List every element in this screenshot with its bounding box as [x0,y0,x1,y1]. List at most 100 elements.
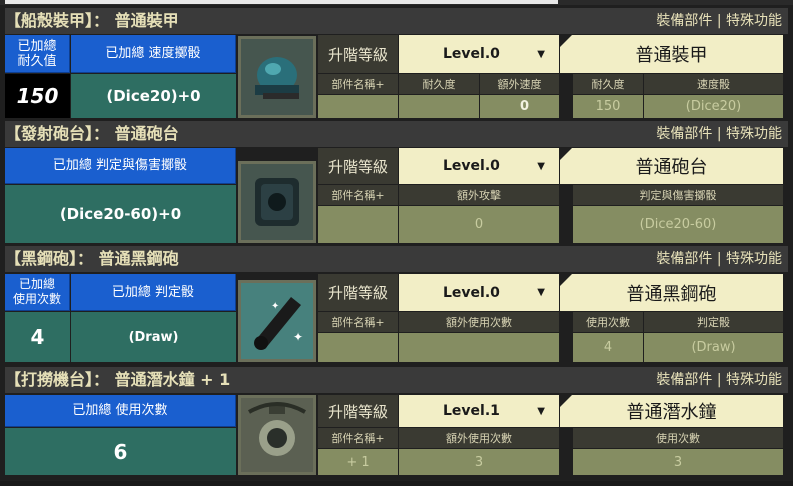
section-header: 【發射砲台】： 普通砲台 裝備部件 | 特殊功能 [5,121,788,147]
total-uses-value: 4 [5,312,70,362]
part-name: 普通裝甲 [560,35,783,73]
section-title: 【打撈機台】： 普通潛水鐘 + 1 [5,370,231,389]
section-turret: 【發射砲台】： 普通砲台 裝備部件 | 特殊功能 已加總 判定與傷害擲骰 (Di… [5,121,788,245]
col-header-part-name: 部件名稱+ [318,185,398,205]
dropdown-arrow-icon: ▼ [537,48,545,60]
input-part-name[interactable] [318,95,398,118]
total-hit-damage-roll-value: (Dice20-60)+0 [5,185,236,243]
uses-value: 3 [573,449,783,475]
level-dropdown[interactable]: Level.0 ▼ [399,35,559,73]
speed-die-value: (Dice20) [644,95,783,118]
input-part-name[interactable]: + 1 [318,449,398,475]
black-steel-cannon-icon: ✦ ✦ [238,280,316,362]
col-header-uses: 使用次數 [573,312,643,332]
judge-die-value: (Draw) [644,333,783,362]
special-function-link[interactable]: 特殊功能 [726,13,782,29]
level-dropdown[interactable]: Level.0 ▼ [399,274,559,311]
col-header-speed-die: 速度骰 [644,74,783,94]
upgrade-level-label: 升階等級 [318,395,398,427]
col-header-uses: 使用次數 [573,428,783,448]
equip-parts-link[interactable]: 裝備部件 [656,126,712,142]
dropdown-arrow-icon: ▼ [537,405,545,417]
section-title: 【發射砲台】： 普通砲台 [5,124,179,143]
col-header-hit-damage-roll: 判定與傷害擲骰 [573,185,783,205]
input-part-name[interactable] [318,333,398,362]
total-speed-roll-label: 已加總 速度擲骰 [71,35,236,73]
level-value: Level.0 [443,284,500,301]
link-separator: | [712,126,726,142]
dropdown-arrow-icon: ▼ [537,287,545,298]
hit-damage-roll-value: (Dice20-60) [573,206,783,243]
section-hull-armor: 【船殼裝甲】： 普通裝甲 裝備部件 | 特殊功能 已加總 耐久值 已加總 速度擲… [5,8,788,120]
upgrade-level-label: 升階等級 [318,274,398,311]
level-value: Level.0 [443,158,500,174]
section-title: 【黑鋼砲】： 普通黑鋼砲 [5,249,179,268]
total-uses-label: 已加總 使用次數 [5,274,70,311]
input-extra-speed[interactable]: 0 [480,95,559,118]
input-part-name[interactable] [318,206,398,243]
section-header: 【船殼裝甲】： 普通裝甲 裝備部件 | 特殊功能 [5,8,788,34]
diving-bell-icon [238,395,316,475]
upgrade-level-label: 升階等級 [318,148,398,184]
col-header-judge-die: 判定骰 [644,312,783,332]
col-header-part-name: 部件名稱+ [318,312,398,332]
part-name: 普通黑鋼砲 [560,274,783,311]
total-hit-damage-roll-label: 已加總 判定與傷害擲骰 [5,148,236,184]
col-header-extra-uses: 額外使用次數 [399,312,559,332]
col-header-part-name: 部件名稱+ [318,74,398,94]
column-gap [560,428,572,475]
col-header-part-name: 部件名稱+ [318,428,398,448]
level-value: Level.1 [443,403,500,419]
input-extra-uses[interactable] [399,333,559,362]
total-uses-label: 已加總 使用次數 [5,395,236,427]
upgrade-level-label: 升階等級 [318,35,398,73]
input-extra-attack[interactable]: 0 [399,206,559,243]
total-durability-label: 已加總 耐久值 [5,35,70,73]
link-separator: | [712,13,726,29]
equip-parts-link[interactable]: 裝備部件 [656,13,712,29]
section-black-steel-cannon: 【黑鋼砲】： 普通黑鋼砲 裝備部件 | 特殊功能 已加總 使用次數 已加總 判定… [5,246,788,364]
special-function-link[interactable]: 特殊功能 [726,126,782,142]
section-title: 【船殼裝甲】： 普通裝甲 [5,11,179,30]
equip-parts-link[interactable]: 裝備部件 [656,251,712,267]
col-header-base-durability: 耐久度 [573,74,643,94]
level-value: Level.0 [443,46,500,62]
header-links: 裝備部件 | 特殊功能 [656,8,782,34]
total-speed-roll-value: (Dice20)+0 [71,74,236,118]
part-name: 普通潛水鐘 [560,395,783,427]
section-header: 【黑鋼砲】： 普通黑鋼砲 裝備部件 | 特殊功能 [5,246,788,272]
col-header-durability: 耐久度 [399,74,479,94]
col-header-extra-attack: 額外攻擊 [399,185,559,205]
top-rule [0,0,793,5]
section-salvage-machine: 【打撈機台】： 普通潛水鐘 + 1 裝備部件 | 特殊功能 已加總 使用次數 6… [5,367,788,479]
level-dropdown[interactable]: Level.0 ▼ [399,148,559,184]
column-gap [560,312,572,362]
uses-value: 4 [573,333,643,362]
total-judge-die-label: 已加總 判定骰 [71,274,236,311]
base-durability-value: 150 [573,95,643,118]
bottom-rule [0,481,793,486]
link-separator: | [712,372,726,388]
part-name: 普通砲台 [560,148,783,184]
input-extra-uses[interactable]: 3 [399,449,559,475]
input-durability[interactable] [399,95,479,118]
svg-text:✦: ✦ [293,330,303,344]
header-links: 裝備部件 | 特殊功能 [656,121,782,147]
total-judge-die-value: (Draw) [71,312,236,362]
svg-text:✦: ✦ [271,301,279,312]
col-header-extra-speed: 額外速度 [480,74,559,94]
col-header-extra-uses: 額外使用次數 [399,428,559,448]
special-function-link[interactable]: 特殊功能 [726,372,782,388]
armor-helmet-icon [238,36,316,118]
total-uses-value: 6 [5,428,236,475]
special-function-link[interactable]: 特殊功能 [726,251,782,267]
total-durability-value: 150 [5,74,70,118]
column-gap [560,185,572,243]
dropdown-arrow-icon: ▼ [537,160,545,172]
level-dropdown[interactable]: Level.1 ▼ [399,395,559,427]
equip-parts-link[interactable]: 裝備部件 [656,372,712,388]
header-links: 裝備部件 | 特殊功能 [656,246,782,272]
link-separator: | [712,251,726,267]
column-gap [560,74,572,118]
header-links: 裝備部件 | 特殊功能 [656,367,782,393]
